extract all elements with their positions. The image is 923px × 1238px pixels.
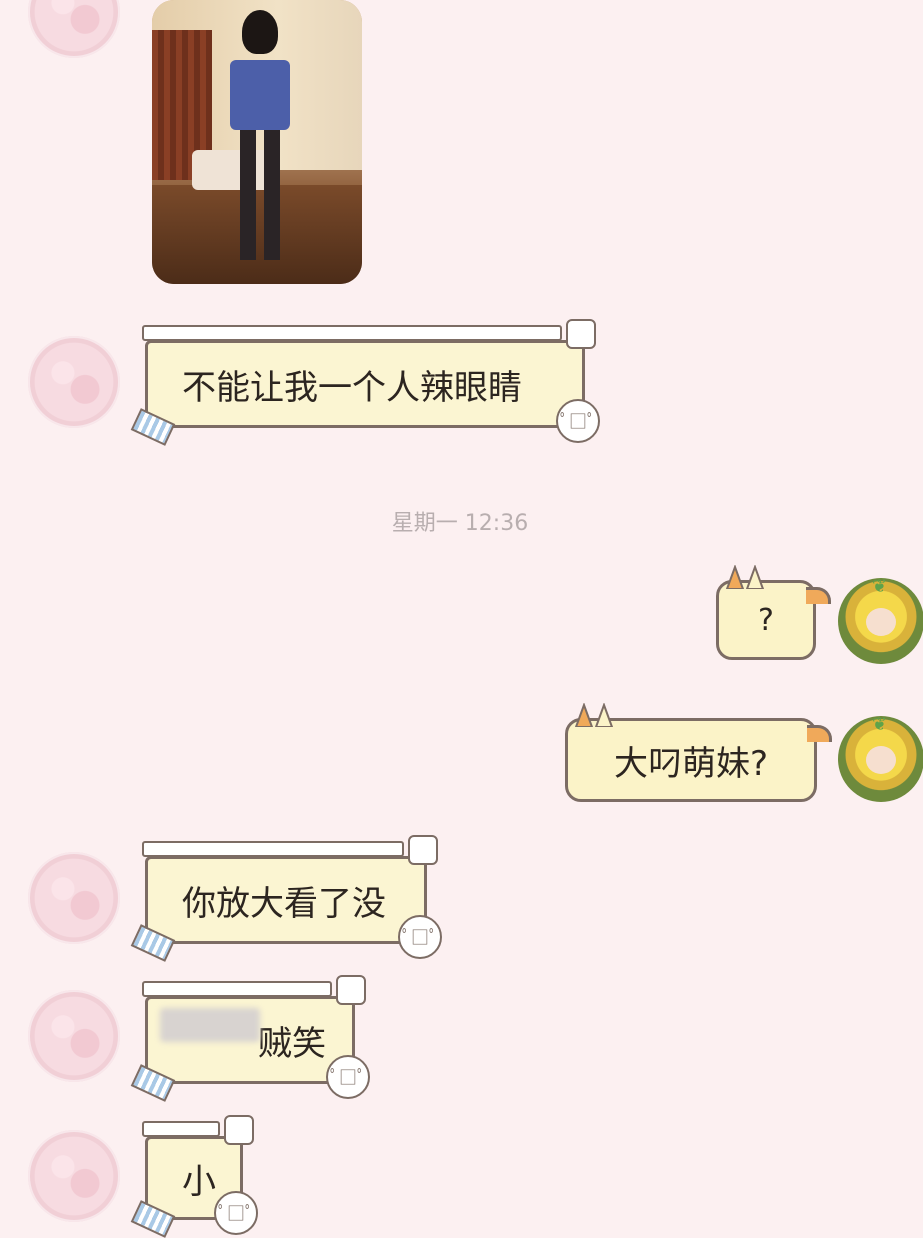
crying-mascot-icon: ﾟ□ﾟ [326,1055,370,1099]
tape-decoration [142,325,562,341]
message-text: 贼笑 [258,1023,326,1064]
message-bubble-left[interactable]: 你放大看了没 ﾟ□ﾟ [130,835,442,962]
photo-person [230,10,290,270]
message-text: 大叼萌妹? [613,743,769,784]
message-text: 不能让我一个人辣眼睛 [182,367,522,408]
sprout-icon: ❦ [872,716,888,735]
tape-decoration [142,981,332,997]
friend-avatar[interactable] [28,852,120,944]
cat-tail-icon [807,725,832,742]
tape-corner-decoration [130,1200,176,1238]
paper-roll-icon [336,975,366,1005]
tape-corner-decoration [130,924,176,962]
avatar-face [866,746,896,774]
crying-mascot-icon: ﾟ□ﾟ [398,915,442,959]
paper-roll-icon [224,1115,254,1145]
message-bubble-left[interactable]: 不能让我一个人辣眼睛 ﾟ□ﾟ [130,319,600,446]
message-timestamp: 星期一 12:36 [391,511,529,536]
person-head [242,10,278,54]
friend-avatar[interactable] [28,336,120,428]
avatar-face [866,608,896,636]
sprout-icon: ❦ [872,578,888,597]
person-legs [240,130,280,260]
paper-roll-icon [408,835,438,865]
cat-ears-icon [725,565,765,589]
crying-mascot-icon: ﾟ□ﾟ [214,1191,258,1235]
message-bubble-left[interactable]: 小 ﾟ□ﾟ [130,1115,258,1238]
tape-corner-decoration [130,1064,176,1102]
my-avatar[interactable]: ❦ [838,716,923,802]
image-message[interactable] [152,0,362,284]
cat-ears-icon [574,703,614,727]
blurred-redaction [160,1008,260,1042]
tape-decoration [142,1121,220,1137]
person-dress [230,60,290,130]
message-text: 小 [182,1161,216,1202]
message-bubble-right[interactable]: ? [716,565,831,660]
friend-avatar[interactable] [28,1130,120,1222]
paper-roll-icon [566,319,596,349]
crying-mascot-icon: ﾟ□ﾟ [556,399,600,443]
cat-tail-icon [806,587,831,604]
friend-avatar[interactable] [28,990,120,1082]
my-avatar[interactable]: ❦ [838,578,923,664]
friend-avatar[interactable] [28,0,120,58]
message-text: 你放大看了没 [182,883,386,924]
message-bubble-right[interactable]: 大叼萌妹? [565,703,832,802]
tape-corner-decoration [130,408,176,446]
tape-decoration [142,841,404,857]
message-text: ? [758,602,774,638]
